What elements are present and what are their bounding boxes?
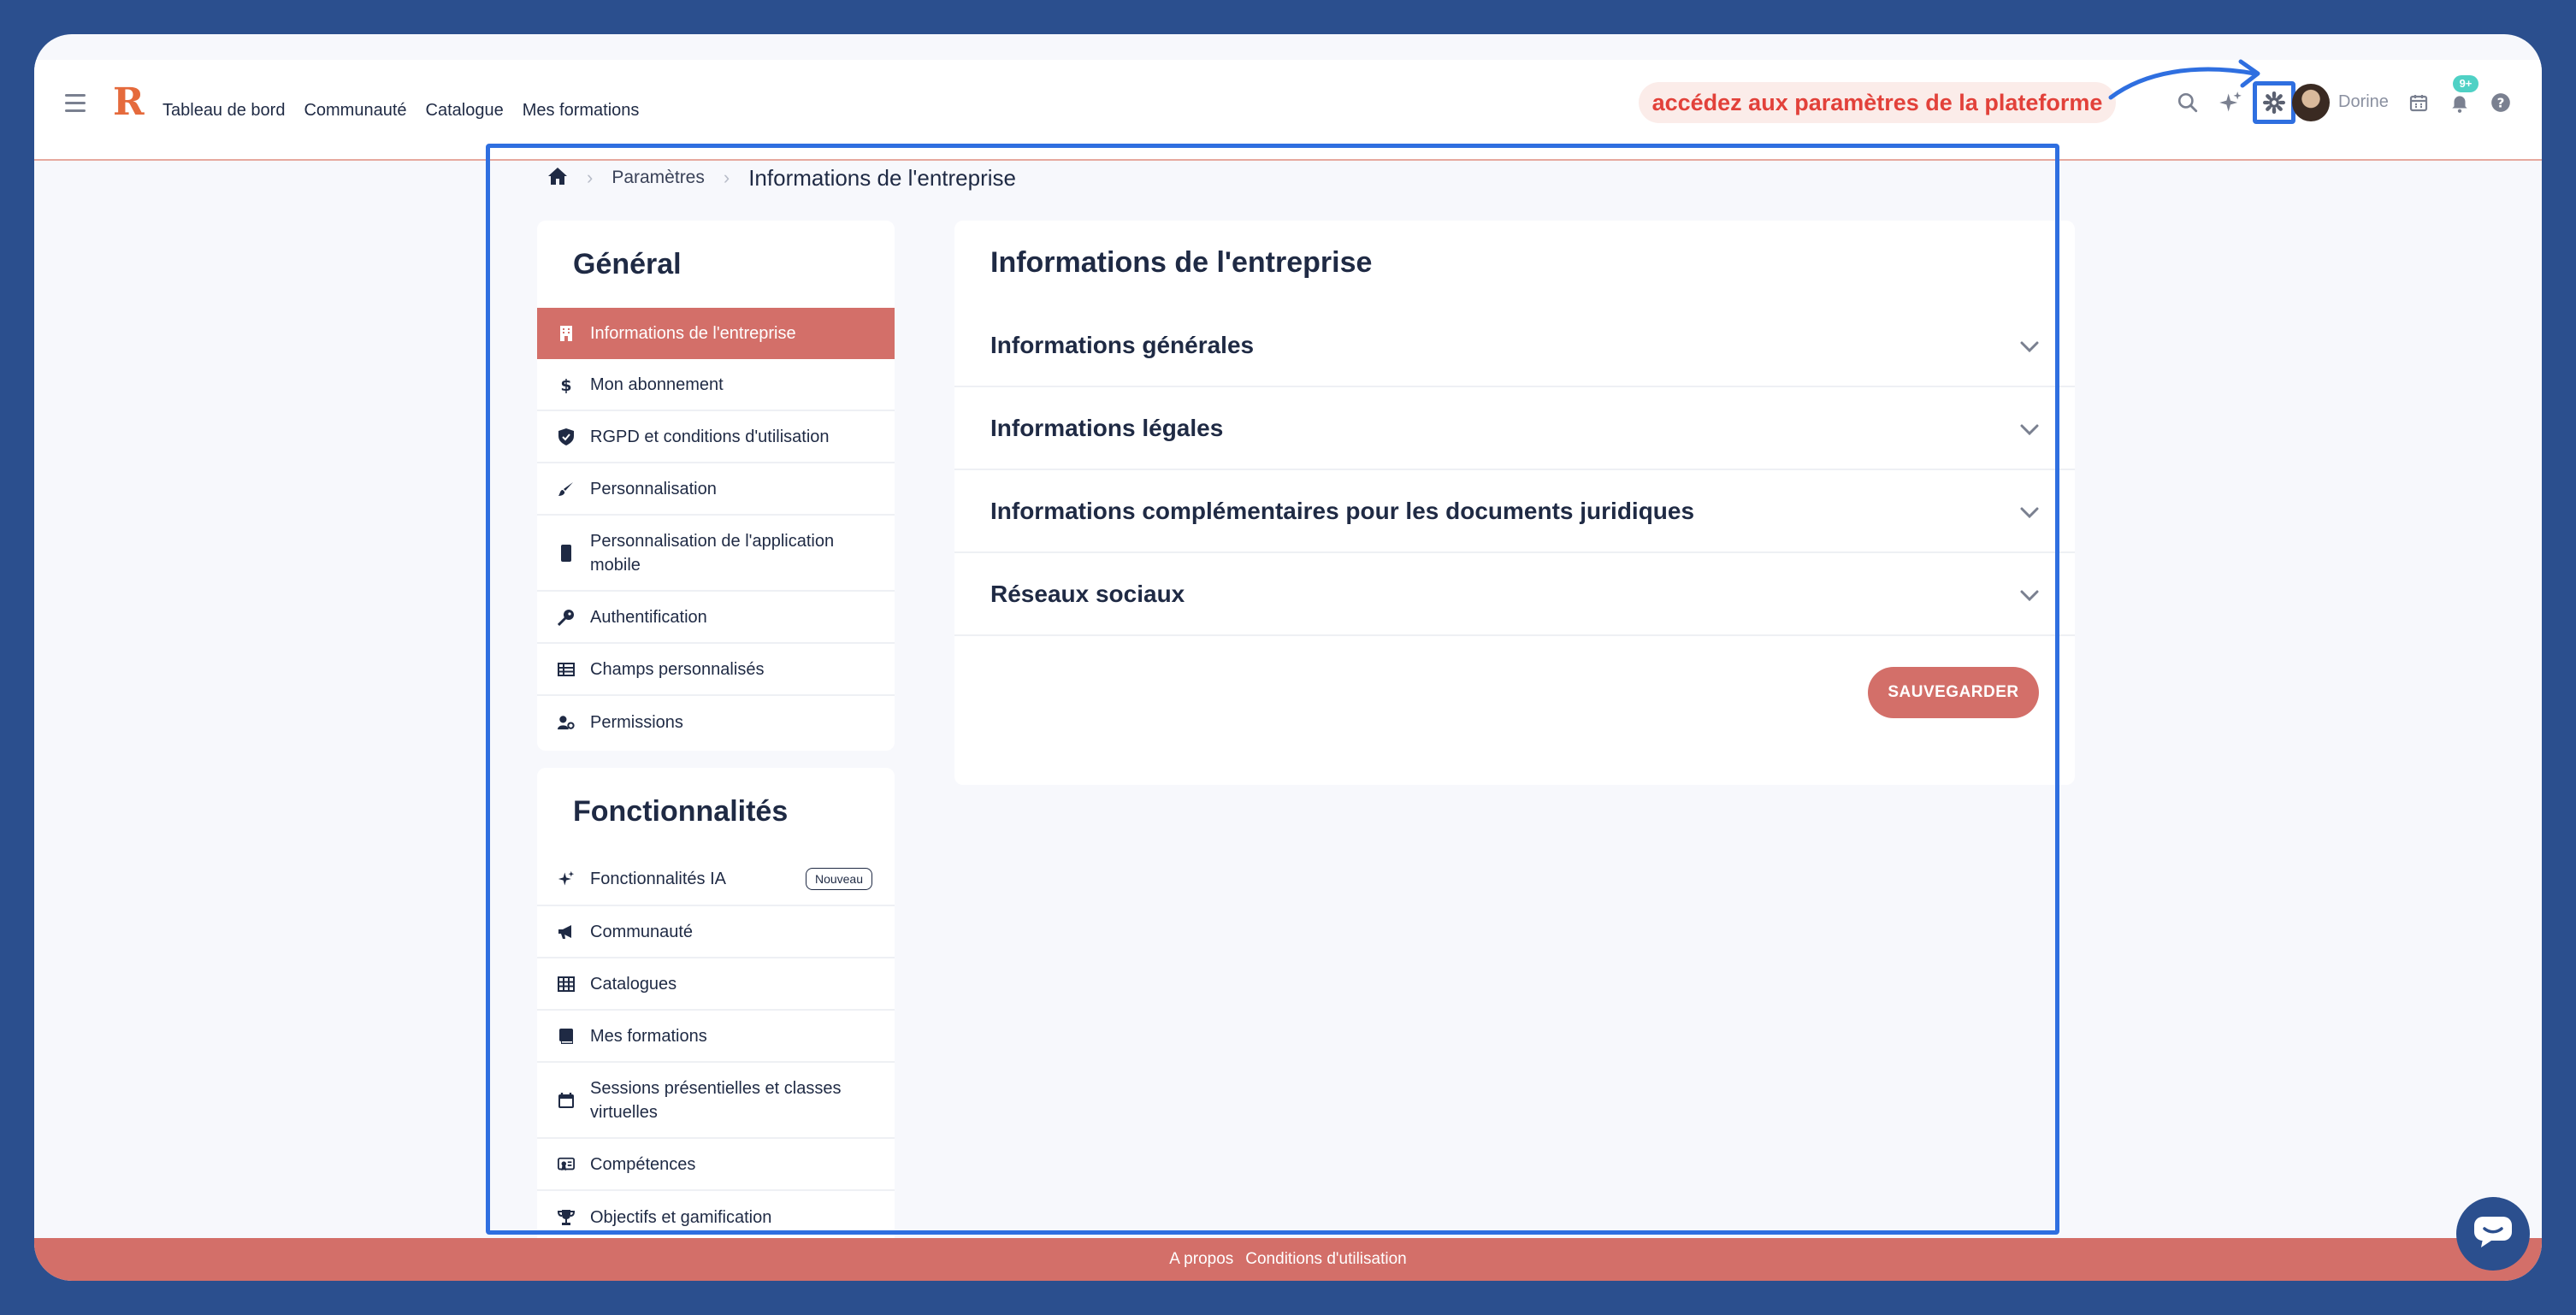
user-avatar[interactable]	[2292, 84, 2330, 121]
footer-terms-link[interactable]: Conditions d'utilisation	[1245, 1250, 1406, 1269]
help-icon[interactable]: ?	[2482, 84, 2520, 121]
sparkle-ai-icon[interactable]	[2212, 84, 2249, 121]
user-name[interactable]: Dorine	[2338, 92, 2389, 112]
notification-badge: 9+	[2453, 75, 2479, 92]
search-icon[interactable]	[2169, 84, 2207, 121]
annotation-label: accédez aux paramètres de la plateforme	[1639, 82, 2116, 123]
app-window: R Tableau de bord Communauté Catalogue M…	[34, 34, 2542, 1281]
nav-catalog[interactable]: Catalogue	[426, 101, 504, 121]
hamburger-menu-icon[interactable]	[65, 94, 86, 112]
nav-dashboard[interactable]: Tableau de bord	[162, 101, 285, 121]
app-logo[interactable]: R	[113, 80, 145, 125]
chat-bubble-icon	[2474, 1215, 2512, 1253]
nav-my-trainings[interactable]: Mes formations	[523, 101, 640, 121]
nav-community[interactable]: Communauté	[304, 101, 406, 121]
footer: A propos Conditions d'utilisation	[34, 1238, 2542, 1281]
settings-gear-icon[interactable]	[2253, 81, 2295, 124]
highlight-frame	[486, 144, 2059, 1235]
svg-text:?: ?	[2497, 95, 2505, 110]
footer-about-link[interactable]: A propos	[1169, 1250, 1233, 1269]
calendar-icon[interactable]	[2400, 84, 2437, 121]
chat-button[interactable]	[2456, 1197, 2530, 1271]
